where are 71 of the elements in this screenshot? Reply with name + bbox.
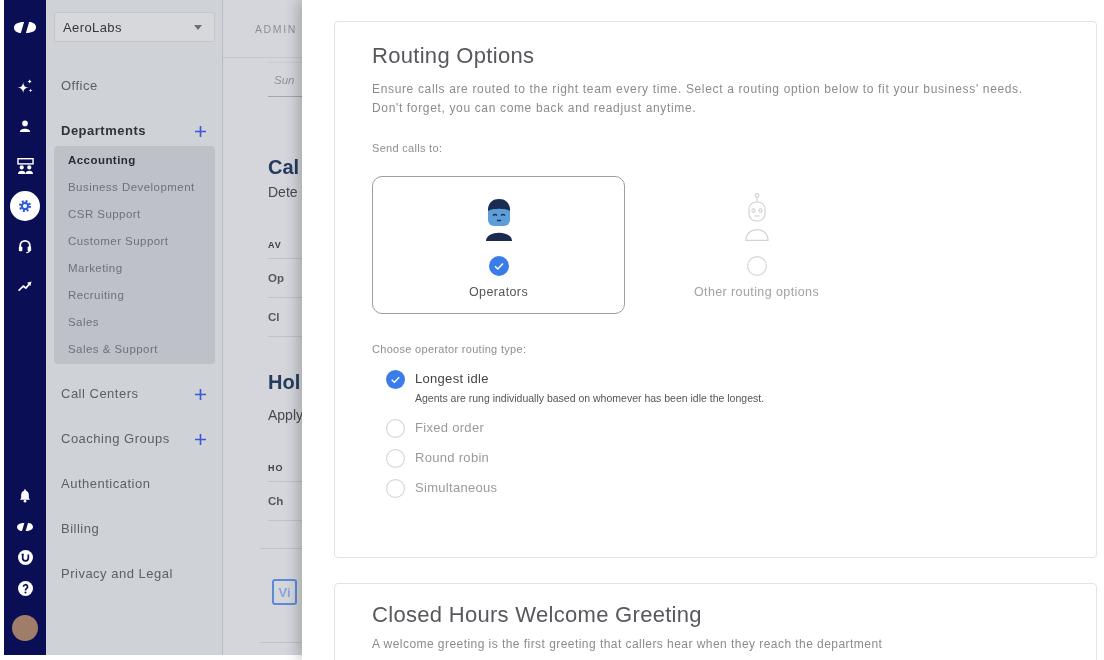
logo-icon [17, 521, 33, 532]
table-cell: Op [268, 272, 284, 284]
sidebar-subitem[interactable]: Marketing [54, 254, 215, 281]
sidebar-item[interactable]: Coaching Groups [61, 430, 170, 448]
radio-description: Agents are rung individually based on whomever has been idle the longest. [415, 390, 765, 406]
sidebar-subitem[interactable]: CSR Support [54, 200, 215, 227]
bell-icon [19, 488, 31, 503]
sidebar-item[interactable]: Privacy and Legal [61, 565, 173, 583]
card-description: A welcome greeting is the first greeting that callers hear when they reach the department [372, 636, 884, 651]
nav-button[interactable] [18, 281, 32, 291]
radio-button[interactable] [386, 369, 405, 389]
plus-icon [195, 433, 206, 445]
sparkle-icon [17, 78, 33, 94]
notifications-button[interactable] [19, 488, 31, 503]
nav-button[interactable] [10, 191, 40, 221]
sidebar-item[interactable]: Office [61, 77, 98, 95]
sidebar-subitem[interactable]: Recruiting [54, 281, 215, 308]
sidebar-subitem[interactable]: Sales & Support [54, 335, 215, 362]
nav-button[interactable] [17, 521, 33, 532]
chart-line-icon [18, 281, 32, 291]
table-cell: Ch [268, 495, 284, 507]
nav-button[interactable] [18, 238, 32, 254]
add-button[interactable] [195, 125, 206, 137]
sidebar-subitem[interactable]: Business Development [54, 173, 215, 200]
person-icon [483, 199, 514, 241]
circle-logo-icon [17, 550, 33, 565]
caret-icon [194, 24, 202, 30]
nav-button[interactable] [17, 550, 33, 565]
plus-icon [195, 125, 206, 137]
help-button[interactable] [17, 581, 33, 596]
radio-button[interactable] [386, 448, 405, 468]
section-description: Dete [268, 183, 298, 201]
radio-button[interactable] [386, 478, 405, 498]
sidebar-item[interactable]: Call Centers [61, 385, 139, 403]
org-select[interactable]: AeroLabs [54, 12, 215, 42]
card-title: Routing Options [372, 42, 536, 70]
help-icon [17, 581, 33, 596]
radio-label: Simultaneous [415, 479, 498, 497]
sidebar-item[interactable]: Departments [61, 122, 146, 140]
plus-icon [195, 388, 206, 400]
field-label: Choose operator routing type: [372, 342, 528, 357]
user-avatar[interactable] [12, 615, 38, 641]
section-title: Cal [268, 155, 300, 179]
radio-label: Longest idle [415, 370, 490, 388]
logo-icon [14, 20, 36, 34]
nav-button[interactable] [19, 120, 31, 132]
headset-icon [18, 238, 32, 254]
nav-button[interactable] [16, 158, 34, 174]
section-title: Hol [268, 370, 301, 394]
sidebar-subitem[interactable]: Accounting [54, 146, 215, 173]
radio-label: Round robin [415, 449, 490, 467]
sidebar-item[interactable]: Authentication [61, 475, 151, 493]
add-button[interactable] [195, 433, 206, 445]
sidebar-subitem[interactable]: Sales [54, 308, 215, 335]
field-label: Send calls to: [372, 141, 444, 156]
radio-button[interactable] [386, 418, 405, 438]
option-card[interactable]: Operators [372, 176, 625, 314]
table-cell: Cl [268, 311, 280, 323]
sidebar-subitem[interactable]: Customer Support [54, 227, 215, 254]
radio-label: Fixed order [415, 419, 485, 437]
gear-icon [18, 199, 32, 213]
card-title: Closed Hours Welcome Greeting [372, 600, 703, 629]
sidebar-item[interactable]: Billing [61, 520, 100, 538]
column-header: AV [268, 240, 282, 250]
person-icon [19, 120, 31, 132]
column-header: HO [268, 463, 284, 473]
breadcrumb: ADMIN [255, 22, 297, 35]
nav-button[interactable] [17, 78, 33, 94]
add-button[interactable] [195, 388, 206, 400]
team-icon [16, 158, 34, 174]
card-description: Ensure calls are routed to the right team every time. Select a routing option below to fit your business' needs. Don't forget, you can come back and readjust anytime. [372, 81, 1024, 117]
